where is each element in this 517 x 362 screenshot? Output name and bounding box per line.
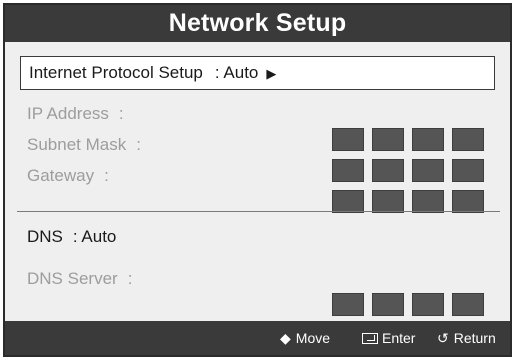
return-icon: ↺ [437,330,449,346]
dns-server-octet-3 [412,293,444,316]
gateway-octet-1 [332,190,364,213]
arrow-right-icon: ▶ [266,66,277,81]
subnet-mask-label: Subnet Mask [27,135,127,154]
enter-hint: Enter [362,321,415,355]
dns-server-sep: : [127,269,133,288]
enter-label: Enter [382,330,416,346]
dns-server-octet-2 [372,293,404,316]
return-hint: ↺ Return [437,321,496,355]
subnet-mask-row: Subnet Mask: [27,132,497,182]
footer-bar: ◆ Move Enter ↺ Return [5,321,510,355]
dns-server-fields [332,292,484,318]
dns-server-octet-4 [452,293,484,316]
dns-server-octet-1 [332,293,364,316]
gateway-sep: : [104,166,109,185]
ip-address-label: IP Address [27,104,109,123]
move-label: Move [295,330,331,346]
gateway-row: Gateway: [27,163,497,213]
protocol-value: : Auto [214,63,259,82]
ip-address-row: IP Address: [27,101,497,151]
protocol-label: Internet Protocol Setup [29,63,203,82]
dns-server-label: DNS Server [27,269,118,288]
move-hint: ◆ Move [280,321,330,355]
move-icon: ◆ [280,330,291,346]
dns-server-row: DNS Server: [27,266,497,316]
dns-label: DNS [27,227,63,246]
section-divider [17,211,500,212]
gateway-label: Gateway [27,166,95,185]
window-title: Network Setup [5,5,510,42]
gateway-octet-3 [412,190,444,213]
internet-protocol-setup-row[interactable]: Internet Protocol Setup : Auto ▶ [20,56,495,90]
network-setup-window: Network Setup Internet Protocol Setup : A… [3,3,512,357]
gateway-octet-2 [372,190,404,213]
enter-icon [362,333,378,344]
subnet-mask-sep: : [136,135,141,154]
ip-address-sep: : [118,104,124,123]
dns-value: : Auto [72,227,117,246]
gateway-octet-4 [452,190,484,213]
dns-row[interactable]: DNS : Auto [27,224,497,250]
return-label: Return [453,330,496,346]
